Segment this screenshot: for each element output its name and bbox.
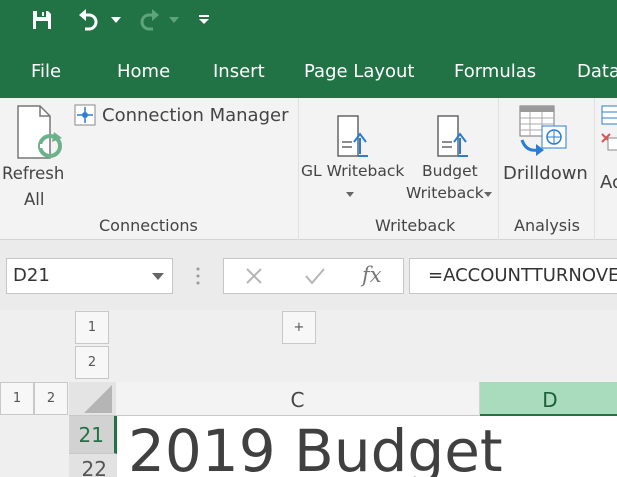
connection-manager-label: Connection Manager xyxy=(102,105,289,126)
tab-home[interactable]: Home xyxy=(117,44,170,98)
tab-page-layout[interactable]: Page Layout xyxy=(304,44,415,98)
drilldown-label: Drilldown xyxy=(503,163,588,184)
row-level-1-button[interactable]: 1 xyxy=(75,311,109,344)
partial-ribbon-label: Ac xyxy=(600,172,617,193)
budget-writeback-button[interactable]: Budget Writeback xyxy=(404,112,496,212)
formula-input[interactable]: =ACCOUNTTURNOVER xyxy=(409,258,617,294)
refresh-label-1: Refresh xyxy=(2,164,65,183)
refresh-label-2: All xyxy=(24,190,45,209)
expand-group-button[interactable]: + xyxy=(282,311,316,344)
group-separator xyxy=(498,98,499,240)
group-label-analysis: Analysis xyxy=(514,216,580,235)
budget-writeback-label-2: Writeback xyxy=(406,184,484,202)
insert-function-button[interactable]: fx xyxy=(362,263,382,287)
group-separator xyxy=(594,98,595,240)
row-header-22[interactable]: 22 xyxy=(69,454,117,477)
save-icon[interactable] xyxy=(26,0,58,40)
select-all-corner[interactable] xyxy=(69,382,116,416)
budget-writeback-dropdown-icon xyxy=(484,192,492,197)
undo-icon[interactable] xyxy=(74,0,106,40)
drilldown-button[interactable]: Drilldown xyxy=(500,102,592,202)
budget-writeback-label-1: Budget xyxy=(422,162,478,180)
group-label-writeback: Writeback xyxy=(375,216,456,235)
select-all-icon xyxy=(84,385,112,413)
ribbon: Refresh All Connection Manager Connectio… xyxy=(0,98,617,240)
gl-writeback-button[interactable]: GL Writeback xyxy=(300,112,404,212)
gl-writeback-dropdown-icon xyxy=(346,192,354,197)
budget-writeback-icon xyxy=(437,115,468,157)
redo-icon[interactable] xyxy=(132,0,164,40)
gl-writeback-label: GL Writeback xyxy=(301,162,405,180)
formula-buttons: fx xyxy=(223,258,404,294)
col-level-1-button[interactable]: 1 xyxy=(0,382,34,415)
chevron-down-icon xyxy=(152,273,164,280)
connection-manager-button[interactable]: Connection Manager xyxy=(74,104,294,130)
cancel-icon[interactable] xyxy=(244,266,264,286)
group-separator xyxy=(298,98,299,240)
column-header-c[interactable]: C xyxy=(116,382,480,416)
customize-icon[interactable] xyxy=(194,0,214,40)
row-header-21[interactable]: 21 xyxy=(69,416,117,454)
title-bar xyxy=(0,0,617,44)
refresh-all-button[interactable]: Refresh All xyxy=(0,102,70,210)
column-header-d[interactable]: D xyxy=(480,382,617,416)
name-box[interactable]: D21 xyxy=(6,258,173,294)
ribbon-tabs: File Home Insert Page Layout Formulas Da… xyxy=(0,44,617,98)
col-level-2-button[interactable]: 2 xyxy=(34,382,68,415)
row-level-2-button[interactable]: 2 xyxy=(75,346,109,379)
partial-ribbon-button[interactable]: Ac xyxy=(598,104,617,204)
drilldown-icon xyxy=(519,105,567,156)
name-box-value: D21 xyxy=(13,265,50,286)
tab-insert[interactable]: Insert xyxy=(213,44,265,98)
partial-ribbon-icon xyxy=(601,105,617,151)
tab-data[interactable]: Data xyxy=(577,44,617,98)
outline-row-margin xyxy=(0,416,69,477)
tab-file[interactable]: File xyxy=(31,44,61,98)
formula-bar: D21 fx =ACCOUNTTURNOVER xyxy=(0,240,617,310)
connection-manager-icon xyxy=(74,104,96,126)
gl-writeback-icon xyxy=(337,115,368,157)
enter-icon[interactable] xyxy=(304,266,326,286)
group-label-connections: Connections xyxy=(99,216,198,235)
refresh-icon xyxy=(17,105,62,159)
undo-dropdown-icon[interactable] xyxy=(108,0,124,40)
tab-formulas[interactable]: Formulas xyxy=(454,44,536,98)
redo-dropdown-icon[interactable] xyxy=(166,0,182,40)
grip-icon xyxy=(196,267,200,285)
budget-title-cell[interactable]: 2019 Budget xyxy=(128,422,503,477)
